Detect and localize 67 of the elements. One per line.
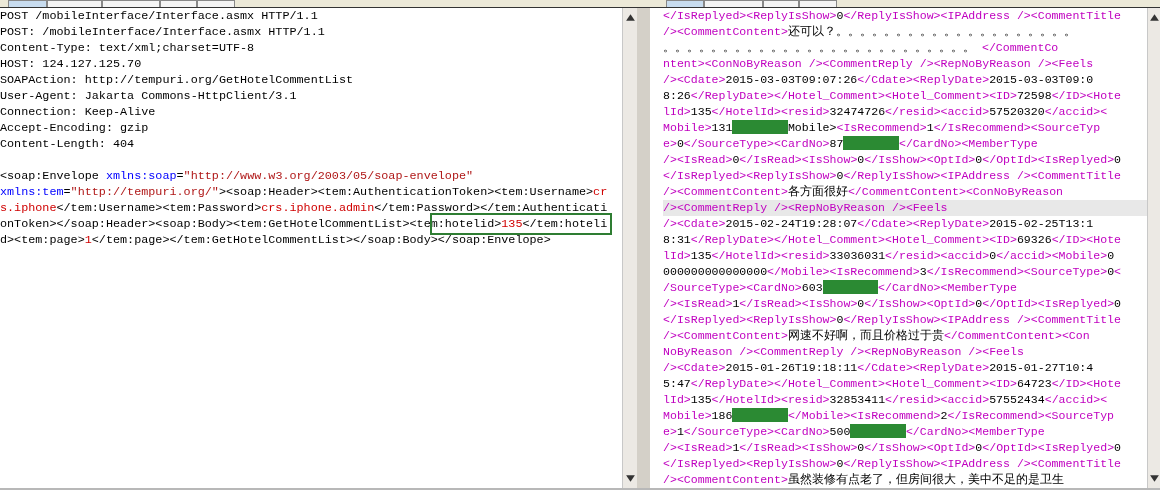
code-line: s.iphone</tem:Username><tem:Password>crs.iphone.admin</tem:Password></tem:Authenticati <box>0 200 609 216</box>
code-line: POST: /mobileInterface/Interface.asmx HTTP/1.1 <box>0 24 326 40</box>
code-text: </Mobile><IsRecommend>2</IsRecommend><SourceTyp <box>787 409 1115 422</box>
code-line: </IsReplyed><ReplyIsShow>0</ReplyIsShow><IPAddress /><CommentTitle <box>663 456 1122 472</box>
code-line: /><IsRead>0</IsRead><IsShow>0</IsShow><OptId>0</OptId><IsReplyed>0 <box>663 152 1123 168</box>
scrollbar[interactable] <box>1147 8 1160 488</box>
code-line: /><IsRead>1</IsRead><IsShow>0</IsShow><OptId>0</OptId><IsReplyed>0 <box>663 440 1123 456</box>
tab[interactable] <box>8 0 47 7</box>
code-line: lId>135</HotelId><resid>33036031</resid><accid>0</accid><Mobile>0 <box>663 248 1116 264</box>
redaction-bar <box>732 120 788 134</box>
tab[interactable] <box>197 0 235 7</box>
code-line: /><IsRead>1</IsRead><IsShow>0</IsShow><OptId>0</OptId><IsReplyed>0 <box>663 296 1123 312</box>
code-line: Content-Type: text/xml;charset=UTF-8 <box>0 40 256 56</box>
code-line: xmlns:tem="http://tempuri.org/"><soap:Header><tem:AuthenticationToken><tem:Username>cr <box>0 184 609 200</box>
code-line: lId>135</HotelId><resid>32853411</resid><accid>57552434</accid>< <box>663 392 1109 408</box>
code-text: e>0</SourceType><CardNo>87 <box>663 137 844 150</box>
scroll-down-icon[interactable] <box>1148 473 1160 484</box>
code-text: Mobile><IsRecommend>1</IsRecommend><SourceTyp <box>787 121 1101 134</box>
code-text: e>1</SourceType><CardNo>500 <box>663 425 851 438</box>
tab[interactable] <box>47 0 102 7</box>
code-text: Mobile>131 <box>663 121 733 134</box>
code-text: </CardNo><MemberType <box>905 425 1045 438</box>
tab[interactable] <box>763 0 799 7</box>
code-line: </IsReplyed><ReplyIsShow>0</ReplyIsShow><IPAddress /><CommentTitle <box>663 312 1122 328</box>
code-text: </CardNo><MemberType <box>878 281 1017 294</box>
code-line: Accept-Encoding: gzip <box>0 120 150 136</box>
code-line: 000000000000000</Mobile><IsRecommend>3</IsRecommend><SourceType>0< <box>663 264 1123 280</box>
tab[interactable] <box>799 0 837 7</box>
code-line: 8:31</ReplyDate></Hotel_Comment><Hotel_Comment><ID>69326</ID><Hote <box>663 232 1123 248</box>
scroll-up-icon[interactable] <box>624 12 636 23</box>
code-line: POST /mobileInterface/Interface.asmx HTTP/1.1 <box>0 8 319 24</box>
scroll-up-icon[interactable] <box>1148 12 1160 23</box>
code-line: Content-Length: 404 <box>0 136 136 152</box>
code-line: </IsReplyed><ReplyIsShow>0</ReplyIsShow><IPAddress /><CommentTitle <box>663 168 1122 184</box>
code-line: /><CommentContent>网速不好啊，而且价格过于贵</CommentContent><Con <box>663 328 1091 344</box>
code-line: ntent><ConNoByReason /><CommentReply /><RepNoByReason /><Feels <box>663 56 1095 72</box>
code-text: /SourceType><CardNo>603 <box>663 281 823 294</box>
code-line: Connection: Keep-Alive <box>0 104 157 120</box>
code-line: /><Cdate>2015-01-26T19:18:11</Cdate><ReplyDate>2015-01-27T10:4 <box>663 360 1095 376</box>
code-line: </IsReplyed><ReplyIsShow>0</ReplyIsShow><IPAddress /><CommentTitle <box>663 8 1122 24</box>
redaction-bar <box>843 136 899 150</box>
code-line: /><Cdate>2015-03-03T09:07:26</Cdate><ReplyDate>2015-03-03T09:0 <box>663 72 1095 88</box>
tab[interactable] <box>160 0 197 7</box>
code-text: Mobile>186 <box>663 409 733 422</box>
code-text: </CardNo><MemberType <box>898 137 1038 150</box>
tab[interactable] <box>666 0 704 7</box>
code-line: /><Cdate>2015-02-24T19:28:07</Cdate><ReplyDate>2015-02-25T13:1 <box>663 216 1095 232</box>
code-line: /><CommentContent>虽然装修有点老了，但房间很大，美中不足的是卫生 <box>663 472 1065 488</box>
redaction-bar <box>850 424 906 438</box>
redaction-bar <box>822 280 879 294</box>
code-line: <soap:Envelope xmlns:soap="http://www.w3.org/2003/05/soap-envelope" <box>0 168 475 184</box>
scrollbar[interactable] <box>622 8 637 488</box>
code-line: 。。。。。。。。。。。。。。。。。。。。。。。。。。 </CommentCo <box>663 40 1060 56</box>
code-line: d><tem:page>1</tem:page></tem:GetHotelCommentList></soap:Body></soap:Envelope> <box>0 232 552 248</box>
code-line: HOST: 124.127.125.70 <box>0 56 143 72</box>
code-line: /><CommentContent>各方面很好</CommentContent><ConNoByReason <box>663 184 1065 200</box>
scroll-down-icon[interactable] <box>624 473 636 484</box>
code-line: SOAPAction: http://tempuri.org/GetHotelCommentList <box>0 72 355 88</box>
code-line: 5:47</ReplyDate></Hotel_Comment><Hotel_Comment><ID>64723</ID><Hote <box>663 376 1123 392</box>
tab[interactable] <box>102 0 160 7</box>
redaction-bar <box>732 408 788 422</box>
code-line: lId>135</HotelId><resid>32474726</resid><accid>57520320</accid>< <box>663 104 1109 120</box>
code-line: 8:26</ReplyDate></Hotel_Comment><Hotel_Comment><ID>72598</ID><Hote <box>663 88 1123 104</box>
code-line: /><CommentContent>还可以？。。。。。。。。。。。。。。。。。。。。 <box>663 24 1077 40</box>
code-line: User-Agent: Jakarta Commons-HttpClient/3.1 <box>0 88 298 104</box>
code-line: NoByReason /><CommentReply /><RepNoByReason /><Feels <box>663 344 1025 360</box>
tab[interactable] <box>704 0 763 7</box>
